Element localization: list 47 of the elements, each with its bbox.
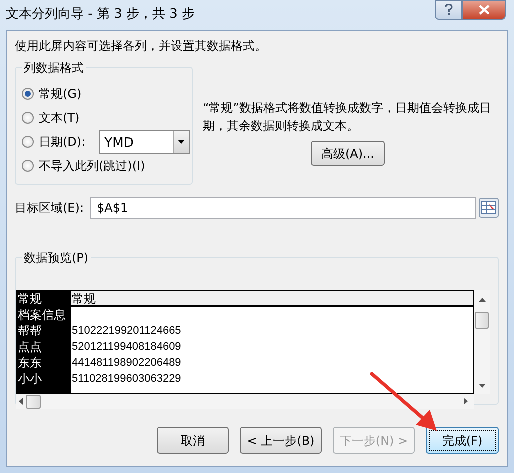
scroll-up-icon[interactable] — [478, 298, 486, 302]
dialog-button[interactable]: 完成(F) — [426, 427, 499, 454]
radio-button[interactable] — [22, 136, 34, 148]
instruction-text: 使用此屏内容可选择各列，并设置其数据格式。 — [15, 38, 268, 55]
table-cell: 小小 — [18, 372, 42, 386]
vertical-scrollbar[interactable] — [474, 290, 490, 394]
group-label: 列数据格式 — [22, 59, 86, 77]
scroll-thumb[interactable] — [26, 394, 41, 408]
radio-label[interactable]: 日期(D): — [39, 133, 86, 151]
table-cell: 东东 — [18, 356, 42, 370]
advanced-button[interactable]: 高级(A)... — [311, 141, 385, 166]
scroll-right-icon[interactable] — [464, 398, 468, 405]
table-cell: 441481198902206489 — [72, 357, 182, 369]
radio-button[interactable] — [22, 88, 34, 100]
scroll-left-icon[interactable] — [19, 398, 23, 405]
table-cell: 档案信息 — [18, 308, 66, 322]
table-cell: 点点 — [18, 340, 42, 354]
horizontal-scrollbar[interactable] — [16, 394, 474, 409]
destination-field[interactable]: $A$1 — [90, 197, 476, 219]
window-title: 文本分列向导 - 第 3 步，共 3 步 — [6, 6, 196, 24]
radio-label[interactable]: 常规(G) — [39, 85, 82, 103]
radio-label[interactable]: 文本(T) — [39, 109, 80, 127]
radio-button[interactable] — [22, 160, 34, 172]
scroll-down-icon[interactable] — [478, 384, 486, 388]
close-button[interactable] — [462, 0, 506, 20]
dialog-button[interactable]: < 上一步(B) — [240, 427, 322, 454]
range-picker-icon — [479, 198, 499, 218]
radio-button[interactable] — [22, 112, 34, 124]
annotation-arrow — [370, 372, 437, 431]
scroll-thumb[interactable] — [475, 312, 489, 328]
dropdown-arrow-icon — [178, 140, 185, 144]
date-format-dropdown[interactable]: YMD — [98, 130, 190, 154]
table-cell: 帮帮 — [18, 324, 42, 338]
column-header[interactable]: 常规 — [71, 291, 473, 305]
group-label: 数据预览(P) — [22, 249, 91, 267]
table-cell: 520121199408184609 — [72, 341, 182, 353]
column-header[interactable]: 常规 — [17, 291, 71, 305]
range-picker-button[interactable] — [479, 198, 499, 218]
close-icon — [478, 5, 490, 15]
field-label: 目标区域(E): — [15, 200, 84, 217]
help-button[interactable] — [435, 0, 462, 20]
help-icon — [444, 4, 452, 16]
table-cell: 511028199603063229 — [72, 373, 182, 385]
description-text: “常规”数据格式将数值转换成数字，日期值会转换成日期，其余数据则转换成文本。 — [203, 100, 492, 135]
radio-label[interactable]: 不导入此列(跳过)(I) — [39, 157, 146, 175]
table-cell: 510222199201124665 — [72, 325, 182, 337]
dialog-button[interactable]: 取消 — [157, 427, 229, 454]
